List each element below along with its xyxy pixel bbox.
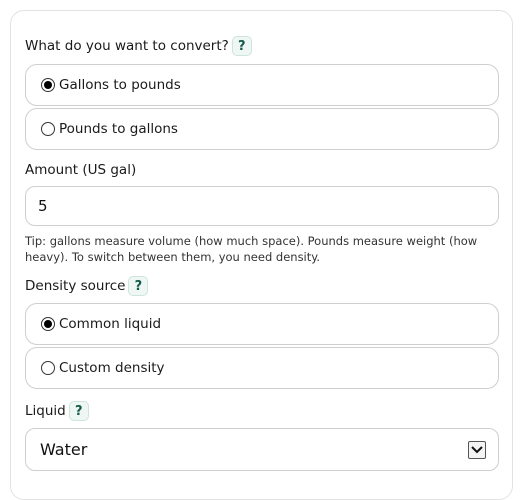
radio-gallons-to-pounds[interactable]: Gallons to pounds: [25, 64, 499, 106]
liquid-select[interactable]: Water: [25, 428, 499, 471]
amount-input[interactable]: [25, 186, 499, 226]
radio-unselected-icon: [41, 361, 55, 375]
density-help-icon[interactable]: ?: [128, 276, 149, 296]
radio-label: Custom density: [59, 360, 165, 376]
radio-label: Gallons to pounds: [59, 77, 181, 93]
liquid-selected-value: Water: [40, 440, 88, 459]
convert-question-label: What do you want to convert?: [25, 38, 229, 54]
radio-custom-density[interactable]: Custom density: [25, 347, 499, 389]
radio-pounds-to-gallons[interactable]: Pounds to gallons: [25, 108, 499, 150]
amount-label: Amount (US gal): [25, 162, 137, 178]
convert-help-icon[interactable]: ?: [231, 36, 252, 56]
radio-label: Common liquid: [59, 316, 162, 332]
tip-text: Tip: gallons measure volume (how much sp…: [25, 234, 478, 264]
liquid-label: Liquid: [25, 403, 66, 419]
chevron-down-icon: [468, 440, 486, 459]
radio-common-liquid[interactable]: Common liquid: [25, 303, 499, 345]
radio-selected-icon: [41, 78, 55, 92]
liquid-help-icon[interactable]: ?: [68, 401, 89, 421]
density-label: Density source: [25, 278, 126, 294]
radio-unselected-icon: [41, 122, 55, 136]
radio-label: Pounds to gallons: [59, 121, 178, 137]
amount-label-row: Amount (US gal): [25, 162, 136, 178]
density-label-row: Density source ?: [25, 276, 149, 296]
radio-selected-icon: [41, 317, 55, 331]
convert-question-row: What do you want to convert? ?: [25, 36, 252, 56]
liquid-label-row: Liquid ?: [25, 401, 89, 421]
